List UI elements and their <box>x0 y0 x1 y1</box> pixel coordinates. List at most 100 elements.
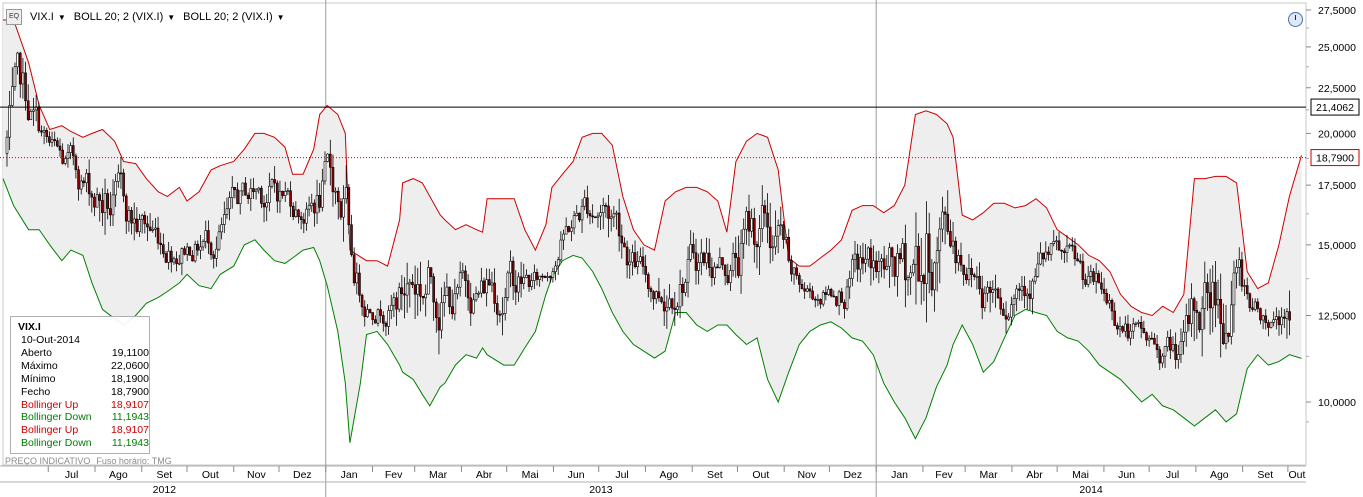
candle-body <box>260 187 263 204</box>
candle-body <box>1224 332 1228 344</box>
candle-body <box>466 280 470 299</box>
month-label: Mai <box>522 469 539 481</box>
candle-body <box>18 52 22 85</box>
study-selector-2[interactable]: BOLL 20; 2 (VIX.I) ▼ <box>183 11 284 23</box>
candle-body <box>763 205 767 214</box>
y-tick-label: 15,0000 <box>1318 240 1356 252</box>
candle-body <box>1015 288 1018 299</box>
candle-body <box>808 288 812 292</box>
y-tick-label: 22,5000 <box>1318 83 1356 95</box>
candle-body <box>1137 321 1140 324</box>
candle-body <box>1283 316 1286 319</box>
candle-body <box>87 173 91 195</box>
candle-body <box>1256 301 1260 309</box>
candle-body <box>567 226 571 232</box>
candle-body <box>739 242 743 276</box>
candle-body <box>321 180 324 208</box>
candle-body <box>360 294 364 308</box>
candle-body <box>654 291 658 300</box>
candle-body <box>758 228 761 248</box>
data-window-row-value: 18,1900 <box>111 372 149 385</box>
candle <box>1198 311 1201 333</box>
candle-body <box>668 298 671 308</box>
candle-body <box>1195 310 1199 313</box>
candle-body <box>1184 315 1188 333</box>
candle-body <box>530 280 534 287</box>
candle-body <box>331 166 335 193</box>
candle-body <box>922 275 926 284</box>
candle-body <box>93 196 96 208</box>
month-label: Mar <box>429 469 448 481</box>
candle-body <box>665 307 669 312</box>
candle-body <box>1134 323 1138 325</box>
month-label: Fev <box>935 469 953 481</box>
candle-body <box>5 136 9 154</box>
candle-body <box>395 297 398 310</box>
month-label: Dez <box>293 469 312 481</box>
candle-body <box>1002 308 1005 316</box>
candle-body <box>109 208 112 216</box>
candle-body <box>972 274 976 277</box>
candle-body <box>419 284 422 297</box>
candle-body <box>1076 258 1079 262</box>
candle-body <box>220 224 223 233</box>
candle-body <box>366 309 369 317</box>
candle-body <box>262 203 266 208</box>
instrument-selector[interactable]: VIX.I ▼ <box>30 11 66 23</box>
month-label: Dez <box>843 469 862 481</box>
candle-body <box>355 272 359 284</box>
candle-body <box>140 215 144 220</box>
candle-body <box>559 239 563 261</box>
candle-body <box>636 261 640 268</box>
candle-body <box>710 267 714 278</box>
candle <box>13 62 17 91</box>
candle-body <box>755 244 759 248</box>
candle-body <box>376 309 380 324</box>
candle-body <box>853 253 857 260</box>
clock-icon[interactable] <box>1288 12 1303 27</box>
data-window-row: Fecho 18,7900 <box>11 386 149 399</box>
candle-body <box>1031 280 1034 299</box>
candle-body <box>162 244 165 254</box>
candle-body <box>633 252 637 268</box>
month-label: Ago <box>1210 469 1229 481</box>
candle-body <box>991 289 995 293</box>
candle-body <box>281 190 284 196</box>
candle-body <box>949 231 952 247</box>
candle-body <box>159 242 162 245</box>
candle-body <box>819 298 822 305</box>
candle-body <box>713 266 716 278</box>
candle-body <box>482 280 486 294</box>
candle-body <box>639 256 642 262</box>
data-window-row-value: 18,9107 <box>111 398 149 411</box>
candle-body <box>294 209 298 217</box>
month-label: Jul <box>65 469 78 481</box>
candle-body <box>170 250 173 263</box>
candle-body <box>207 230 210 244</box>
candle-body <box>851 259 854 279</box>
candle-body <box>601 205 605 213</box>
candle-body <box>1155 343 1159 351</box>
candle <box>829 287 833 298</box>
candle-body <box>1208 292 1212 309</box>
candle-body <box>289 190 292 207</box>
data-window-row: Máximo 22,0600 <box>11 360 149 373</box>
candle-body <box>583 197 587 207</box>
candle-body <box>464 270 467 281</box>
candle-body <box>434 301 438 319</box>
candle-body <box>1004 315 1008 320</box>
candle-body <box>646 274 650 289</box>
candle-body <box>56 140 59 147</box>
candle-body <box>1057 240 1061 251</box>
candle-body <box>540 275 544 278</box>
year-label: 2012 <box>153 484 177 496</box>
candle-body <box>1010 304 1013 318</box>
study-selector-1[interactable]: BOLL 20; 2 (VIX.I) ▼ <box>74 11 175 23</box>
candle-body <box>138 219 141 232</box>
candle-body <box>1044 251 1048 260</box>
candle-body <box>914 245 918 265</box>
candle-body <box>866 247 870 260</box>
candle-body <box>233 187 237 191</box>
candle-body <box>90 193 94 198</box>
candle-body <box>697 262 700 271</box>
